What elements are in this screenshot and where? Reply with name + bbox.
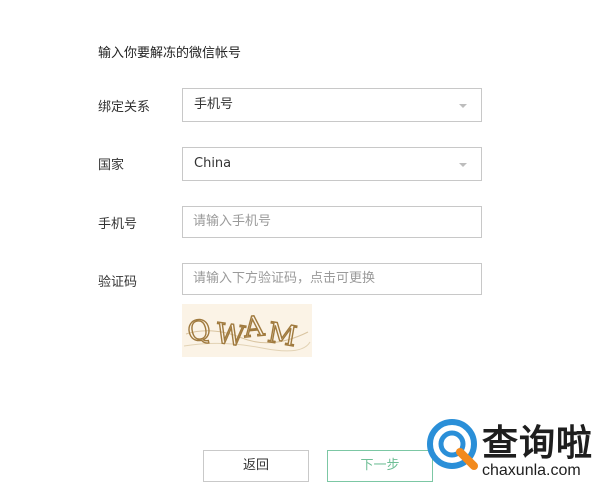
country-value: China [194, 156, 232, 171]
svg-text:W: W [214, 316, 247, 353]
svg-text:M: M [265, 316, 299, 353]
bind-relation-label: 绑定关系 [98, 100, 151, 115]
watermark-logo: 查询啦 chaxunla.com [420, 412, 598, 498]
bind-relation-select[interactable]: 手机号 [182, 88, 482, 122]
caret-down-icon [459, 104, 467, 108]
country-select[interactable]: China [182, 147, 482, 181]
phone-placeholder: 请输入手机号 [193, 214, 272, 229]
caret-down-icon [459, 163, 467, 167]
magnifier-q-logo [427, 419, 478, 470]
phone-input[interactable]: 请输入手机号 [182, 206, 482, 238]
watermark-domain: chaxunla.com [482, 462, 581, 479]
watermark-title: 查询啦 [482, 423, 594, 464]
svg-text:A: A [241, 309, 266, 344]
captcha-placeholder: 请输入下方验证码，点击可更换 [193, 271, 376, 286]
phone-label: 手机号 [98, 217, 138, 232]
captcha-image[interactable]: Q W A M [182, 304, 312, 357]
captcha-input[interactable]: 请输入下方验证码，点击可更换 [182, 263, 482, 295]
captcha-label: 验证码 [98, 275, 138, 290]
back-button[interactable]: 返回 [203, 450, 309, 482]
page-title: 输入你要解冻的微信帐号 [98, 46, 242, 61]
next-button[interactable]: 下一步 [327, 450, 433, 482]
bind-relation-value: 手机号 [194, 97, 234, 112]
country-label: 国家 [98, 158, 125, 173]
